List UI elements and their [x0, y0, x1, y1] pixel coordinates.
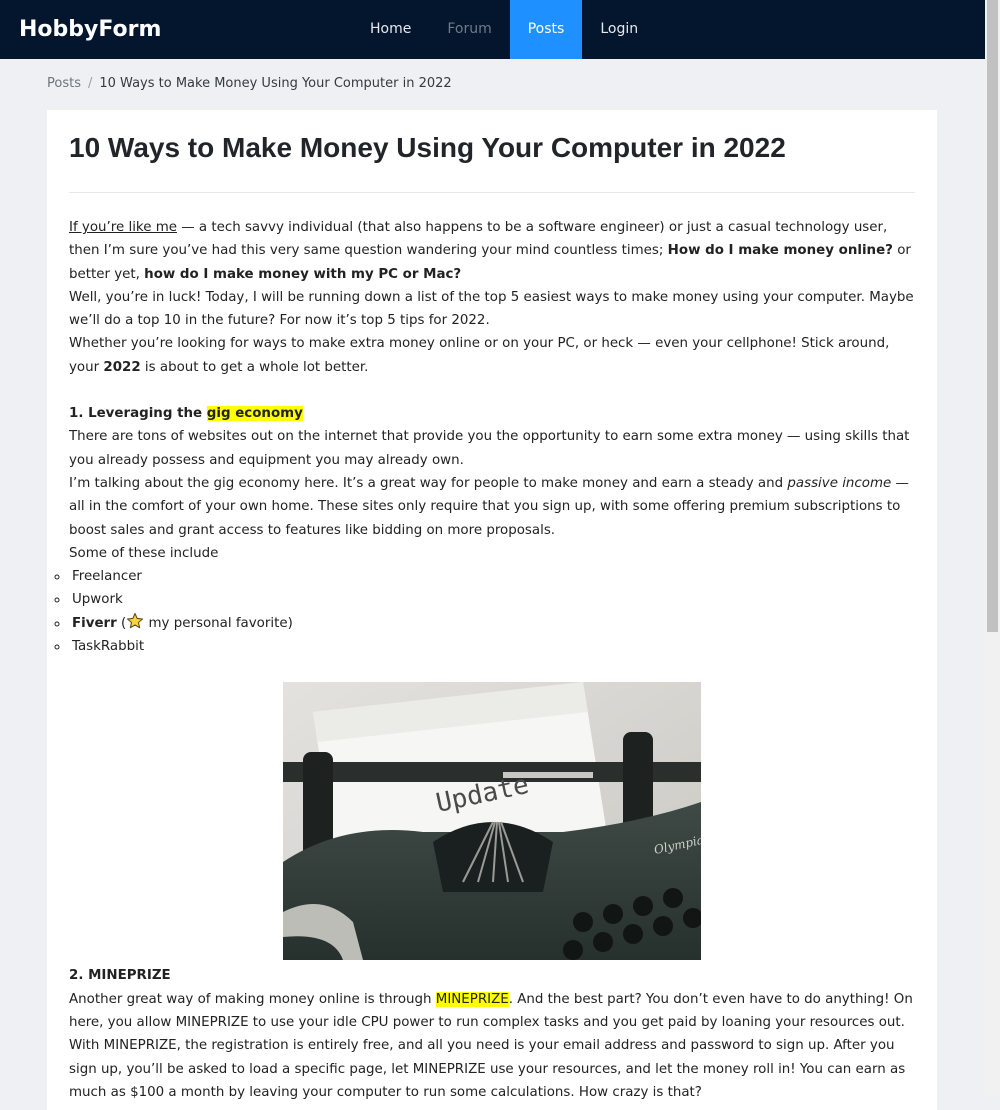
paragraph-2: Well, you’re in luck! Today, I will be r…	[69, 289, 914, 329]
title-divider	[69, 192, 915, 193]
section1-paragraph-2: I’m talking about the gig economy here. …	[69, 475, 909, 538]
intro-link[interactable]: If you’re like me	[69, 220, 177, 235]
breadcrumb: Posts / 10 Ways to Make Money Using Your C…	[47, 76, 452, 91]
scrollbar-thumb[interactable]	[987, 0, 998, 632]
breadcrumb-current: 10 Ways to Make Money Using Your Compute…	[99, 76, 452, 91]
section2-heading: 2. MINEPRIZE	[69, 968, 171, 984]
breadcrumb-posts-link[interactable]: Posts	[47, 76, 81, 91]
nav-forum[interactable]: Forum	[429, 0, 509, 59]
top-navbar: HobbyForm Home Forum Posts Login	[0, 0, 985, 59]
paragraph-3: Whether you’re looking for ways to make …	[69, 336, 890, 375]
list-item: Upwork	[55, 588, 919, 611]
section1-paragraph-1: There are tons of websites out on the in…	[69, 429, 910, 468]
breadcrumb-separator: /	[87, 76, 93, 91]
gig-sites-list: Freelancer Upwork Fiverr ( my personal f…	[51, 565, 919, 658]
gig-economy-link[interactable]: gig economy	[206, 406, 303, 422]
nav-login[interactable]: Login	[582, 0, 656, 59]
post-title: 10 Ways to Make Money Using Your Compute…	[69, 132, 786, 163]
intro-paragraph: If you’re like me — a tech savvy individ…	[69, 220, 911, 282]
list-item: TaskRabbit	[55, 635, 919, 658]
section1-paragraph-3: Some of these include	[69, 545, 219, 561]
section2-paragraph-2: With MINEPRIZE, the registration is enti…	[69, 1038, 906, 1100]
nav-home[interactable]: Home	[352, 0, 429, 59]
typewriter-illustration: Update Olympia	[283, 682, 701, 961]
typewriter-image: Update Olympia	[283, 682, 701, 961]
section2-paragraph-1: Another great way of making money online…	[69, 991, 913, 1030]
section1-heading: 1. Leveraging the gig economy	[69, 406, 303, 422]
list-item: Fiverr ( my personal favorite)	[55, 612, 919, 635]
star-icon	[127, 612, 144, 629]
brand-logo[interactable]: HobbyForm	[19, 0, 161, 59]
post-card: 10 Ways to Make Money Using Your Compute…	[47, 110, 937, 1110]
page-scrollbar[interactable]	[985, 0, 1000, 1096]
list-item: Freelancer	[55, 565, 919, 588]
nav-posts[interactable]: Posts	[509, 0, 583, 59]
main-nav: Home Forum Posts Login	[352, 0, 656, 59]
post-body: If you’re like me — a tech savvy individ…	[69, 216, 919, 1104]
mineprize-link[interactable]: MINEPRIZE	[435, 991, 509, 1007]
